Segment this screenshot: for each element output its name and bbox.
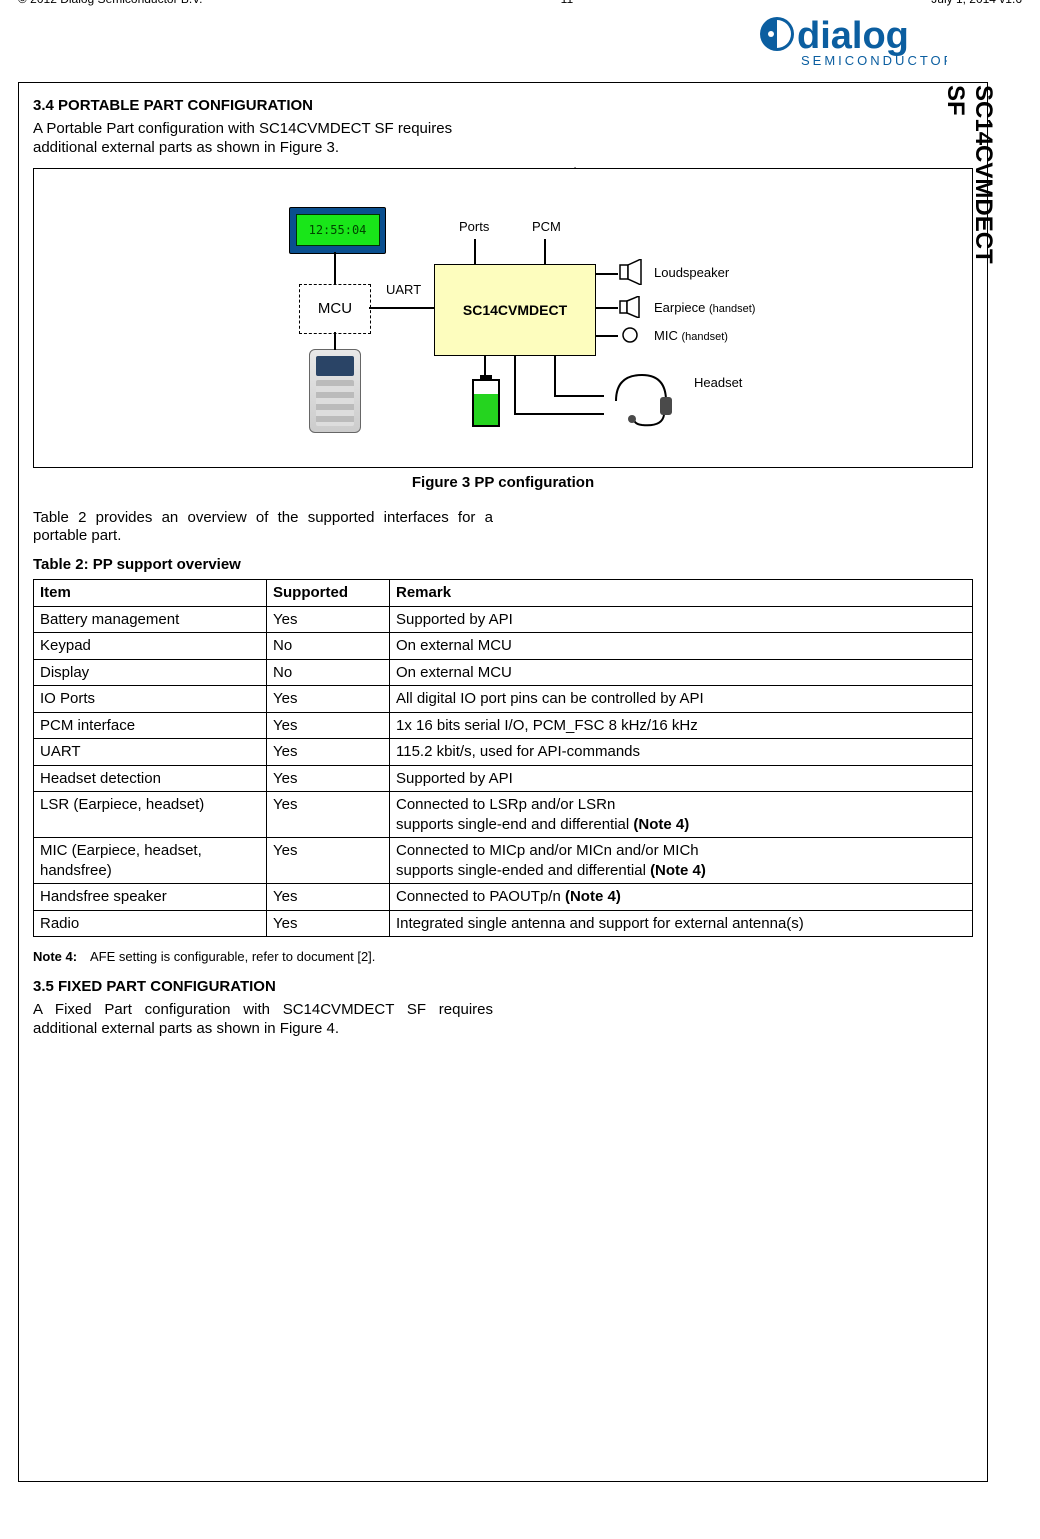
table-row: IO PortsYesAll digital IO port pins can …: [34, 686, 973, 713]
table-row: KeypadNoOn external MCU: [34, 633, 973, 660]
mcu-label: MCU: [318, 300, 352, 317]
table-cell: Radio: [34, 910, 267, 937]
table-cell: Connected to MICp and/or MICn and/or MIC…: [390, 838, 973, 884]
table-cell: MIC (Earpiece, headset, handsfree): [34, 838, 267, 884]
table-cell: Yes: [267, 686, 390, 713]
uart-label: UART: [386, 282, 421, 297]
table-cell: Yes: [267, 838, 390, 884]
table-cell: Yes: [267, 712, 390, 739]
mcu-box: MCU: [299, 284, 371, 334]
sc14-chip-box: SC14CVMDECT: [434, 264, 596, 356]
table-cell: No: [267, 659, 390, 686]
table-2-title: Table 2: PP support overview: [33, 556, 973, 573]
table-row: Battery managementYesSupported by API: [34, 606, 973, 633]
headset-icon: [604, 367, 676, 429]
table-cell: Yes: [267, 884, 390, 911]
figure-3-caption: Figure 3 PP configuration: [33, 474, 973, 491]
earpiece-icon: [619, 296, 645, 322]
content-frame: 3.4 PORTABLE PART CONFIGURATION A Portab…: [18, 82, 988, 1482]
table-cell: 1x 16 bits serial I/O, PCM_FSC 8 kHz/16 …: [390, 712, 973, 739]
brand-main: dialog: [797, 15, 909, 57]
table-cell: IO Ports: [34, 686, 267, 713]
th-supported: Supported: [267, 580, 390, 607]
table-cell: Yes: [267, 765, 390, 792]
table-2: Item Supported Remark Battery management…: [33, 579, 973, 937]
pcm-label: PCM: [532, 219, 561, 234]
table-row: UARTYes115.2 kbit/s, used for API-comman…: [34, 739, 973, 766]
th-remark: Remark: [390, 580, 973, 607]
table-cell: No: [267, 633, 390, 660]
loudspeaker-icon: [619, 259, 647, 289]
note-4: Note 4: AFE setting is configurable, ref…: [33, 949, 973, 964]
ports-label: Ports: [459, 219, 489, 234]
table-cell: Battery management: [34, 606, 267, 633]
table-row: DisplayNoOn external MCU: [34, 659, 973, 686]
lcd-time: 12:55:04: [296, 214, 380, 246]
table-row: Handsfree speakerYesConnected to PAOUTp/…: [34, 884, 973, 911]
brand-sub: SEMICONDUCTOR: [801, 53, 947, 68]
table-cell: Headset detection: [34, 765, 267, 792]
th-item: Item: [34, 580, 267, 607]
table-cell: Integrated single antenna and support fo…: [390, 910, 973, 937]
mic-icon: [619, 326, 641, 348]
table-cell: On external MCU: [390, 659, 973, 686]
battery-icon: [472, 379, 500, 427]
mic-label: MIC (handset): [654, 328, 728, 343]
footer-date-version: July 1, 2014 v1.6: [931, 0, 1022, 6]
section-3-5-heading: 3.5 FIXED PART CONFIGURATION: [33, 978, 973, 995]
section-3-4-heading: 3.4 PORTABLE PART CONFIGURATION: [33, 97, 973, 114]
table-row: MIC (Earpiece, headset, handsfree)YesCon…: [34, 838, 973, 884]
headset-label: Headset: [694, 375, 742, 390]
note-4-text: AFE setting is configurable, refer to do…: [90, 949, 375, 964]
brand-logo: dialog SEMICONDUCTOR: [757, 10, 947, 72]
table-cell: All digital IO port pins can be controll…: [390, 686, 973, 713]
loudspeaker-label: Loudspeaker: [654, 265, 729, 280]
table-cell: Supported by API: [390, 765, 973, 792]
table-cell: LSR (Earpiece, headset): [34, 792, 267, 838]
earpiece-label: Earpiece (handset): [654, 300, 755, 315]
table-cell: Keypad: [34, 633, 267, 660]
table-cell: Handsfree speaker: [34, 884, 267, 911]
lcd-display-icon: 12:55:04: [289, 207, 386, 254]
section-3-4-para: A Portable Part configuration with SC14C…: [33, 120, 493, 158]
table-row: LSR (Earpiece, headset)YesConnected to L…: [34, 792, 973, 838]
table-cell: Connected to LSRp and/or LSRnsupports si…: [390, 792, 973, 838]
table-row: RadioYesIntegrated single antenna and su…: [34, 910, 973, 937]
table-cell: UART: [34, 739, 267, 766]
table-cell: 115.2 kbit/s, used for API-commands: [390, 739, 973, 766]
table-cell: Display: [34, 659, 267, 686]
chip-label: SC14CVMDECT: [463, 302, 567, 318]
figure-3-box: 12:55:04 MCU SC14CVMDECT: [33, 168, 973, 468]
table-row: PCM interfaceYes1x 16 bits serial I/O, P…: [34, 712, 973, 739]
note-4-label: Note 4:: [33, 949, 77, 964]
table-cell: On external MCU: [390, 633, 973, 660]
table-cell: Connected to PAOUTp/n (Note 4): [390, 884, 973, 911]
table-cell: Yes: [267, 910, 390, 937]
footer-page-number: 11: [561, 0, 573, 6]
table-cell: Yes: [267, 739, 390, 766]
para-after-figure: Table 2 provides an overview of the supp…: [33, 509, 493, 547]
section-3-5-para: A Fixed Part configuration with SC14CVMD…: [33, 1001, 493, 1039]
page-footer: © 2012 Dialog Semiconductor B.V. 11 July…: [18, 0, 1022, 6]
table-cell: Yes: [267, 792, 390, 838]
table-cell: Supported by API: [390, 606, 973, 633]
footer-copyright: © 2012 Dialog Semiconductor B.V.: [18, 0, 203, 6]
phone-icon: [309, 349, 361, 433]
table-cell: PCM interface: [34, 712, 267, 739]
table-cell: Yes: [267, 606, 390, 633]
table-row: Headset detectionYesSupported by API: [34, 765, 973, 792]
